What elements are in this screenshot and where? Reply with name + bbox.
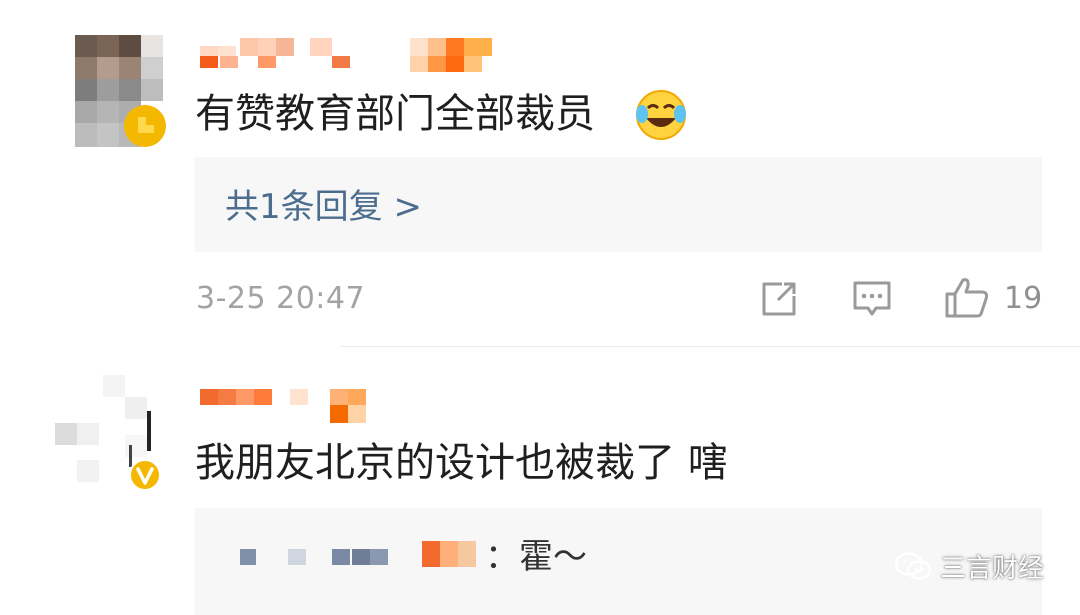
- comment-text-label: 我朋友北京的设计也被裁了 嗐: [195, 440, 728, 486]
- verified-badge-icon: [124, 105, 166, 147]
- comment-icon[interactable]: [850, 278, 894, 320]
- share-icon[interactable]: [758, 278, 800, 320]
- watermark-text: 三言财经: [939, 554, 1044, 584]
- comment-text: 我朋友北京的设计也被裁了 嗐: [195, 441, 728, 485]
- like-count: 19: [1004, 281, 1043, 316]
- wechat-icon: [894, 551, 932, 580]
- comment-divider: [340, 346, 1080, 347]
- like-icon[interactable]: [943, 274, 991, 320]
- laughing-crying-emoji-icon: [636, 90, 686, 140]
- username-blurred[interactable]: [200, 38, 500, 72]
- username-blurred[interactable]: [200, 385, 380, 427]
- verified-v-badge-icon: [129, 459, 161, 491]
- comment-timestamp: 3-25 20:47: [196, 281, 366, 316]
- reply-username-blurred[interactable]: [240, 535, 480, 575]
- weibo-comments-screenshot: 有赞教育部门全部裁员 共1条回复 > 3-25 20:47 19 我朋友北京的设…: [0, 0, 1080, 615]
- comment-text: 有赞教育部门全部裁员: [195, 92, 595, 136]
- watermark: 三言财经: [894, 548, 1044, 585]
- view-replies-link[interactable]: 共1条回复 >: [225, 187, 422, 227]
- comment-text-label: 有赞教育部门全部裁员: [195, 91, 595, 137]
- reply-preview-text: ：霍～: [485, 537, 587, 577]
